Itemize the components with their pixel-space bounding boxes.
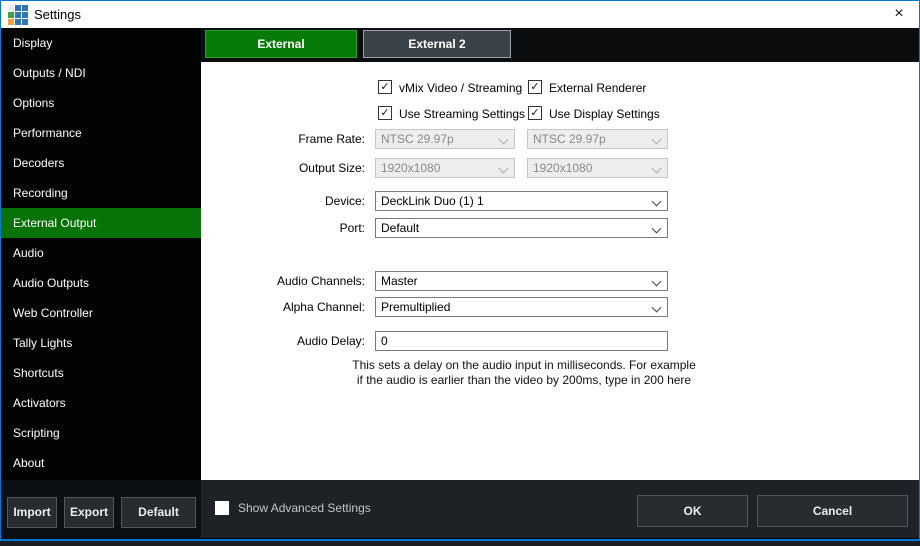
output-size-select-2[interactable]: 1920x1080: [527, 158, 668, 178]
import-button[interactable]: Import: [7, 497, 57, 528]
output-size-value-2: 1920x1080: [533, 161, 592, 175]
vmix-video-streaming-checkbox[interactable]: ✓: [378, 80, 392, 94]
cancel-button[interactable]: Cancel: [757, 495, 908, 527]
ok-button[interactable]: OK: [637, 495, 748, 527]
chevron-down-icon: [652, 303, 662, 313]
show-advanced-settings-label: Show Advanced Settings: [238, 501, 371, 515]
frame-rate-value-2: NTSC 29.97p: [533, 132, 606, 146]
export-button[interactable]: Export: [64, 497, 114, 528]
chevron-down-icon: [652, 135, 662, 145]
sidebar-item-external-output[interactable]: External Output: [1, 208, 201, 238]
chevron-down-icon: [652, 197, 662, 207]
chevron-down-icon: [652, 164, 662, 174]
audio-channels-value: Master: [381, 274, 418, 288]
chevron-down-icon: [499, 164, 509, 174]
frame-rate-label: Frame Rate:: [201, 129, 365, 149]
footer-bar: Import Export Default Show Advanced Sett…: [1, 480, 919, 538]
output-size-label: Output Size:: [201, 158, 365, 178]
port-value: Default: [381, 221, 419, 235]
footer-left-section: Import Export Default: [1, 480, 201, 538]
sidebar-item-performance[interactable]: Performance: [1, 118, 201, 148]
window-title: Settings: [34, 7, 81, 22]
frame-rate-value-1: NTSC 29.97p: [381, 132, 454, 146]
frame-rate-select-2[interactable]: NTSC 29.97p: [527, 129, 668, 149]
sidebar-item-activators[interactable]: Activators: [1, 388, 201, 418]
sidebar-item-decoders[interactable]: Decoders: [1, 148, 201, 178]
tab-strip: External External 2: [201, 28, 919, 62]
audio-channels-select[interactable]: Master: [375, 271, 668, 291]
sidebar-item-shortcuts[interactable]: Shortcuts: [1, 358, 201, 388]
default-button[interactable]: Default: [121, 497, 196, 528]
sidebar-item-about[interactable]: About: [1, 448, 201, 478]
audio-delay-label: Audio Delay:: [201, 331, 365, 351]
checkmark-icon: ✓: [530, 107, 539, 119]
sidebar-item-display[interactable]: Display: [1, 28, 201, 58]
checkmark-icon: ✓: [380, 81, 389, 93]
port-label: Port:: [201, 218, 365, 238]
chevron-down-icon: [652, 277, 662, 287]
checkmark-icon: ✓: [380, 107, 389, 119]
sidebar-item-outputs-ndi[interactable]: Outputs / NDI: [1, 58, 201, 88]
audio-delay-help-text: This sets a delay on the audio input in …: [351, 358, 697, 388]
output-size-select-1[interactable]: 1920x1080: [375, 158, 515, 178]
use-display-settings-label: Use Display Settings: [549, 107, 660, 121]
device-select[interactable]: DeckLink Duo (1) 1: [375, 191, 668, 211]
external-renderer-checkbox[interactable]: ✓: [528, 80, 542, 94]
settings-sidebar: Display Outputs / NDI Options Performanc…: [1, 28, 201, 480]
show-advanced-settings-checkbox[interactable]: [215, 501, 229, 515]
sidebar-item-audio[interactable]: Audio: [1, 238, 201, 268]
close-icon[interactable]: ×: [883, 1, 915, 28]
alpha-channel-label: Alpha Channel:: [201, 297, 365, 317]
checkmark-icon: ✓: [530, 81, 539, 93]
vmix-video-streaming-label: vMix Video / Streaming: [399, 81, 522, 95]
tab-external[interactable]: External: [205, 30, 357, 58]
device-label: Device:: [201, 191, 365, 211]
audio-channels-label: Audio Channels:: [201, 271, 365, 291]
sidebar-item-options[interactable]: Options: [1, 88, 201, 118]
sidebar-item-web-controller[interactable]: Web Controller: [1, 298, 201, 328]
audio-delay-input[interactable]: [375, 331, 668, 351]
chevron-down-icon: [652, 224, 662, 234]
sidebar-item-scripting[interactable]: Scripting: [1, 418, 201, 448]
external-renderer-label: External Renderer: [549, 81, 646, 95]
port-select[interactable]: Default: [375, 218, 668, 238]
tab-external-2[interactable]: External 2: [363, 30, 511, 58]
output-size-value-1: 1920x1080: [381, 161, 440, 175]
alpha-channel-select[interactable]: Premultiplied: [375, 297, 668, 317]
title-bar: Settings ×: [1, 1, 919, 28]
external-output-panel: ✓ vMix Video / Streaming ✓ External Rend…: [201, 62, 919, 480]
sidebar-item-recording[interactable]: Recording: [1, 178, 201, 208]
chevron-down-icon: [499, 135, 509, 145]
sidebar-item-tally-lights[interactable]: Tally Lights: [1, 328, 201, 358]
vmix-logo-icon: [8, 5, 28, 25]
alpha-channel-value: Premultiplied: [381, 300, 450, 314]
settings-window: Settings × Display Outputs / NDI Options…: [0, 0, 920, 541]
use-streaming-settings-label: Use Streaming Settings: [399, 107, 525, 121]
sidebar-item-audio-outputs[interactable]: Audio Outputs: [1, 268, 201, 298]
device-value: DeckLink Duo (1) 1: [381, 194, 484, 208]
use-display-settings-checkbox[interactable]: ✓: [528, 106, 542, 120]
use-streaming-settings-checkbox[interactable]: ✓: [378, 106, 392, 120]
frame-rate-select-1[interactable]: NTSC 29.97p: [375, 129, 515, 149]
